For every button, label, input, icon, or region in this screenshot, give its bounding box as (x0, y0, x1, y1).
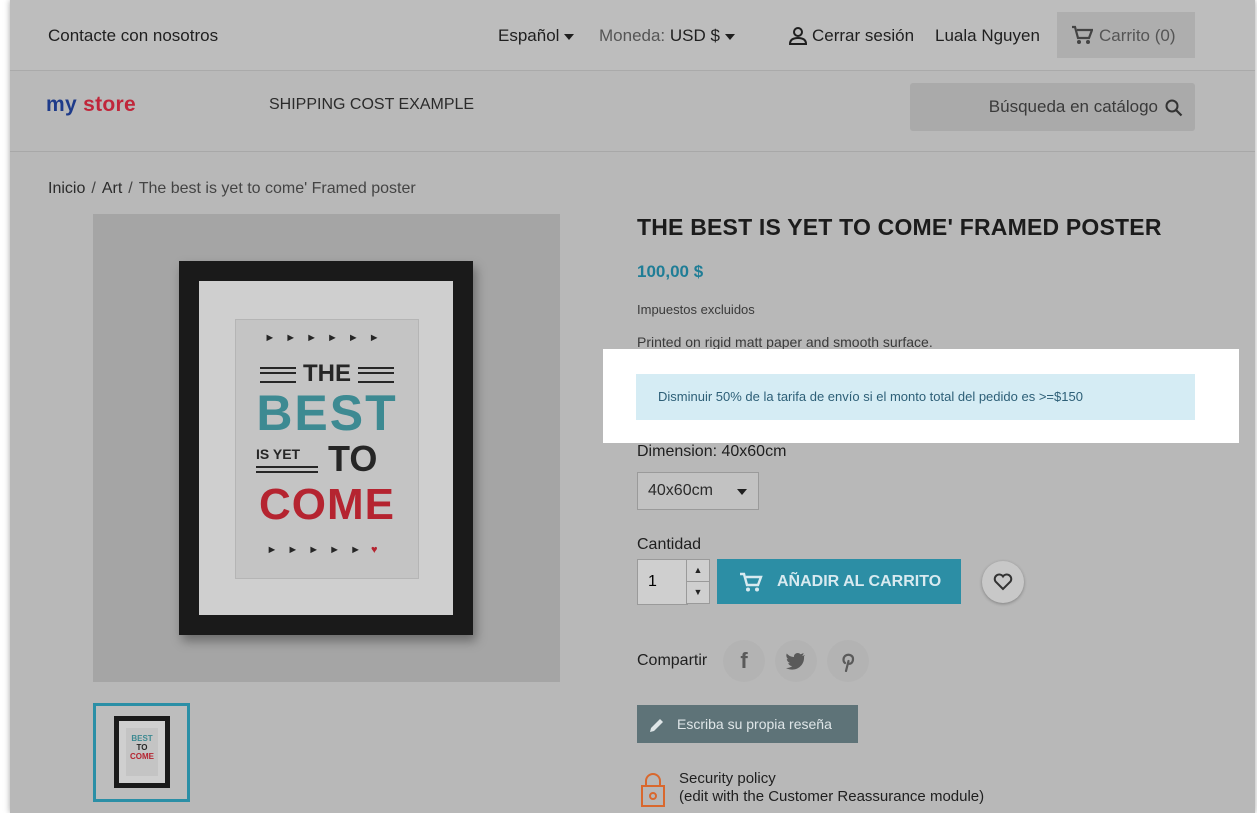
shipping-promo-text: Disminuir 50% de la tarifa de envío si e… (658, 389, 1083, 404)
add-to-cart-button[interactable]: AÑADIR AL CARRITO (717, 559, 961, 604)
poster-underline (256, 471, 318, 473)
language-label: Español (498, 26, 560, 45)
chevron-down-icon (737, 489, 747, 495)
poster-artwork: ►►►►►► THE BEST IS YET TO COME ►►►►►♥ (235, 319, 419, 579)
facebook-icon: f (740, 648, 748, 673)
dimension-value: 40x60cm (648, 482, 713, 499)
pencil-icon (650, 719, 663, 732)
breadcrumb-current: The best is yet to come' Framed poster (138, 180, 416, 197)
poster-mat: ►►►►►► THE BEST IS YET TO COME ►►►►►♥ (199, 281, 453, 615)
quantity-input[interactable] (638, 560, 682, 604)
security-policy-subtitle: (edit with the Customer Reassurance modu… (679, 788, 985, 805)
product-main-image[interactable]: ►►►►►► THE BEST IS YET TO COME ►►►►►♥ (93, 214, 560, 682)
cart-icon (1072, 25, 1093, 44)
quantity-stepper: ▲ ▼ (686, 559, 710, 604)
twitter-icon (786, 652, 805, 670)
breadcrumb-home[interactable]: Inicio (48, 180, 85, 197)
pinterest-icon (842, 653, 855, 673)
poster-frame: ►►►►►► THE BEST IS YET TO COME ►►►►►♥ (179, 261, 473, 635)
cart-icon (740, 572, 763, 592)
poster-arrows-bottom: ►►►►►♥ (256, 544, 398, 556)
quantity-label: Cantidad (637, 536, 702, 553)
poster-underline (256, 466, 318, 468)
quantity-decrease-button[interactable]: ▼ (686, 581, 710, 604)
write-review-label: Escriba su propia reseña (677, 716, 832, 732)
search-icon[interactable] (1165, 99, 1183, 117)
search-input[interactable] (910, 83, 1158, 131)
sign-out-link[interactable]: Cerrar sesión (812, 26, 914, 46)
page-frame: Contacte con nosotros Español Moneda: US… (10, 0, 1255, 813)
quantity-increase-button[interactable]: ▲ (686, 559, 710, 582)
product-description: Printed on rigid matt paper and smooth s… (637, 334, 933, 350)
logo-store: store (83, 93, 136, 116)
lock-icon (641, 773, 665, 807)
poster-word-come: COME (259, 480, 395, 529)
thumbnail-word-come: COME (130, 752, 154, 761)
dimension-select[interactable]: 40x60cm (637, 472, 759, 510)
security-policy-title: Security policy (679, 770, 776, 787)
breadcrumb-separator: / (91, 180, 96, 197)
cart-label: Carrito (0) (1099, 26, 1176, 45)
share-label: Compartir (637, 652, 708, 669)
thumbnail-frame: BEST TO COME (114, 716, 170, 788)
heart-outline-icon (993, 573, 1013, 591)
chevron-down-icon (724, 33, 735, 40)
store-logo[interactable]: my store (46, 93, 136, 117)
thumbnail-word-best: BEST (131, 734, 153, 743)
search-box (910, 83, 1195, 131)
poster-word-best: BEST (256, 385, 398, 441)
write-review-button[interactable]: Escriba su propia reseña (637, 705, 858, 743)
poster-word-to: TO (328, 438, 378, 479)
poster-bars (357, 366, 394, 383)
poster-bars (260, 366, 297, 383)
poster-word-the: THE (303, 360, 351, 387)
thumbnail-artwork: BEST TO COME (126, 728, 158, 776)
pinterest-share-button[interactable] (827, 640, 869, 682)
poster-arrows-bottom-text: ►►►►► (266, 544, 371, 556)
breadcrumb-category[interactable]: Art (102, 180, 122, 197)
shipping-promo-alert: Disminuir 50% de la tarifa de envío si e… (636, 374, 1195, 420)
dimension-label: Dimension: 40x60cm (637, 443, 787, 460)
cart-button[interactable]: Carrito (0) (1057, 12, 1195, 58)
thumbnail-word-to: TO (136, 743, 148, 752)
tax-note: Impuestos excluidos (637, 302, 755, 317)
product-price: 100,00 $ (637, 262, 704, 281)
top-nav: Contacte con nosotros Español Moneda: US… (10, 0, 1255, 71)
twitter-share-button[interactable] (775, 640, 817, 682)
language-selector[interactable]: Español (498, 26, 575, 46)
currency-selector[interactable]: Moneda: USD $ (599, 26, 735, 46)
user-icon (788, 27, 808, 45)
security-policy: Security policy (edit with the Customer … (679, 770, 984, 806)
wishlist-button[interactable] (982, 561, 1024, 603)
site-header: my store SHIPPING COST EXAMPLE (10, 71, 1255, 152)
chevron-down-icon (564, 33, 575, 40)
quantity-box (637, 559, 688, 605)
breadcrumb-separator: / (128, 180, 133, 197)
account-link[interactable]: Luala Nguyen (935, 26, 1040, 46)
logo-my: my (46, 93, 77, 116)
breadcrumb: Inicio / Art / The best is yet to come' Fram… (48, 180, 416, 198)
product-thumbnail[interactable]: BEST TO COME (93, 703, 190, 802)
menu-item-shipping-cost-example[interactable]: SHIPPING COST EXAMPLE (269, 96, 474, 114)
promo-highlight: Disminuir 50% de la tarifa de envío si e… (603, 349, 1239, 443)
facebook-share-button[interactable]: f (723, 640, 765, 682)
heart-icon: ♥ (370, 544, 388, 556)
poster-word-is-yet: IS YET (256, 446, 301, 462)
thumbnail-mat: BEST TO COME (119, 721, 165, 783)
currency-label: Moneda: (599, 26, 666, 45)
poster-arrows-top: ►►►►►► (264, 332, 390, 344)
contact-link[interactable]: Contacte con nosotros (48, 26, 218, 46)
currency-value: USD $ (669, 26, 720, 45)
product-title: THE BEST IS YET TO COME' FRAMED POSTER (637, 214, 1162, 240)
add-to-cart-label: AÑADIR AL CARRITO (777, 573, 942, 590)
